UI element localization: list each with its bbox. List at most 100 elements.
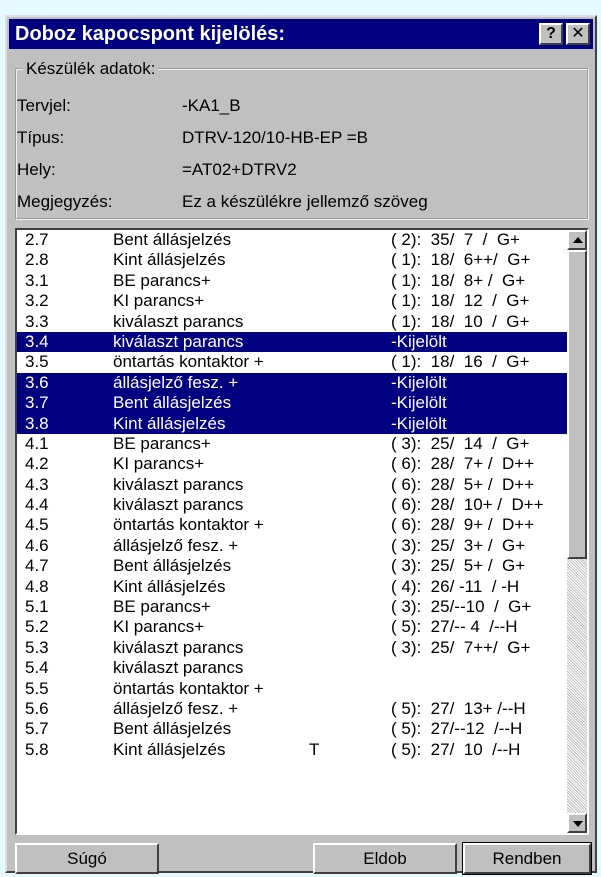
list-item[interactable]: 5.6 állásjelző fesz. + ( 5): 27/ 13+ /--H [17,699,567,719]
list-item[interactable]: 3.8 Kint állásjelzés -Kijelölt [17,413,567,434]
terminal-name: állásjelző fesz. + [113,698,239,718]
list-item[interactable]: 3.3 kiválaszt parancs ( 1): 18/ 10 / G+ [17,312,567,332]
dialog-window: Doboz kapocspont kijelölés: ? ✕ Készülék… [5,15,597,875]
terminal-id: 2.7 [25,230,49,249]
terminal-reference: ( 5): 27/ 10 /--H [391,739,521,759]
scroll-up-button[interactable] [567,230,587,250]
terminal-reference: ( 4): 26/ -11 / -H [391,576,520,596]
terminal-id: 2.8 [25,250,49,270]
list-item[interactable]: 3.4 kiválaszt parancs -Kijelölt [17,331,567,353]
terminal-name: KI parancs+ [113,291,205,311]
help-button[interactable]: Súgó [15,843,159,874]
scroll-thumb[interactable] [567,250,587,559]
field-value: -KA1_B [182,96,241,115]
terminal-id: 3.3 [25,311,49,331]
scroll-down-button[interactable] [567,813,587,833]
list-item[interactable]: 5.7 Bent állásjelzés ( 5): 27/--12 /--H [17,719,567,739]
list-item[interactable]: 2.8 Kint állásjelzés ( 1): 18/ 6++/ G+ [17,250,567,270]
list-item[interactable]: 5.2 KI parancs+ ( 5): 27/-- 4 /--H [17,617,567,637]
terminal-id: 4.2 [25,454,49,474]
terminal-name: kiválaszt parancs [113,658,244,678]
list-item[interactable]: 5.4 kiválaszt parancs [17,658,567,678]
field-value: DTRV-120/10-HB-EP =B [182,128,368,147]
terminal-id: 5.2 [25,617,49,637]
list-item[interactable]: 4.5 öntartás kontaktor + ( 6): 28/ 9+ / D+… [17,515,567,535]
terminal-id: 3.4 [25,331,49,351]
terminal-reference: ( 3): 25/ 7++/ G+ [391,637,531,657]
terminal-name: Kint állásjelzés [113,413,226,433]
terminal-id: 4.1 [25,433,49,453]
terminal-list: 2.7 Bent állásjelzés ( 2): 35/ 7 / G+ 2.8 Ki… [17,230,567,760]
terminal-id: 3.6 [25,372,49,392]
terminal-id: 4.4 [25,495,49,515]
list-item[interactable]: 4.3 kiválaszt parancs ( 6): 28/ 5+ / D++ [17,475,567,495]
list-item[interactable]: 4.4 kiválaszt parancs ( 6): 28/ 10+ / D++ [17,495,567,515]
close-icon[interactable]: ✕ [566,23,590,45]
terminal-listbox[interactable]: 2.7 Bent állásjelzés ( 2): 35/ 7 / G+ 2.8 Ki… [15,228,589,835]
list-item[interactable]: 3.6 állásjelző fesz. + -Kijelölt [17,372,567,394]
terminal-id: 4.7 [25,556,49,576]
list-item[interactable]: 5.8 Kint állásjelzés T ( 5): 27/ 10 /--H [17,740,567,760]
list-item[interactable]: 3.5 öntartás kontaktor + ( 1): 18/ 16 / G+ [17,352,567,372]
terminal-reference: ( 5): 27/ 13+ /--H [391,698,526,718]
title-bar[interactable]: Doboz kapocspont kijelölés: ? ✕ [9,19,593,49]
list-item[interactable]: 4.6 állásjelző fesz. + ( 3): 25/ 3+ / G+ [17,536,567,556]
list-item[interactable]: 3.2 KI parancs+ ( 1): 18/ 12 / G+ [17,291,567,311]
terminal-reference: -Kijelölt [391,413,447,433]
terminal-name: állásjelző fesz. + [113,535,239,555]
list-item[interactable]: 3.7 Bent állásjelzés -Kijelölt [17,393,567,414]
terminal-reference: ( 3): 25/ 14 / G+ [391,433,530,453]
arrow-up-icon [573,237,583,243]
terminal-id: 3.7 [25,393,49,413]
terminal-id: 5.3 [25,637,49,657]
ok-button[interactable]: Rendben [462,842,592,875]
terminal-id: 3.1 [25,270,49,290]
terminal-name: BE parancs+ [113,270,211,290]
terminal-id: 4.6 [25,535,49,555]
terminal-reference: ( 2): 35/ 7 / G+ [391,230,520,249]
list-item[interactable]: 4.8 Kint állásjelzés ( 4): 26/ -11 / -H [17,577,567,597]
help-icon[interactable]: ? [539,23,563,45]
list-item[interactable]: 4.2 KI parancs+ ( 6): 28/ 7+ / D++ [17,454,567,474]
terminal-name: BE parancs+ [113,433,211,453]
terminal-name: kiválaszt parancs [113,474,244,494]
terminal-name: BE parancs+ [113,597,211,617]
list-item[interactable]: 5.3 kiválaszt parancs ( 3): 25/ 7++/ G+ [17,638,567,658]
list-item[interactable]: 4.7 Bent állásjelzés ( 3): 25/ 5+ / G+ [17,556,567,576]
window-title: Doboz kapocspont kijelölés: [15,23,286,45]
device-data-legend: Készülék adatok: [26,59,156,78]
terminal-name: Bent állásjelzés [113,719,232,739]
terminal-id: 5.5 [25,678,49,698]
vertical-scrollbar[interactable] [567,230,587,833]
terminal-name: kiválaszt parancs [113,311,244,331]
list-item[interactable]: 5.5 öntartás kontaktor + [17,679,567,699]
terminal-name: KI parancs+ [113,617,205,637]
cancel-button[interactable]: Eldob [313,843,457,874]
field-label: Megjegyzés: [17,192,113,211]
field-label: Tervjel: [17,96,71,115]
terminal-reference: ( 3): 25/ 5+ / G+ [391,556,526,576]
terminal-reference: ( 1): 18/ 16 / G+ [391,352,530,372]
terminal-name: kiválaszt parancs [113,637,244,657]
list-item[interactable]: 4.1 BE parancs+ ( 3): 25/ 14 / G+ [17,434,567,454]
terminal-id: 5.7 [25,719,49,739]
list-item[interactable]: 5.1 BE parancs+ ( 3): 25/--10 / G+ [17,597,567,617]
terminal-reference: ( 6): 28/ 9+ / D++ [391,515,535,535]
terminal-reference: ( 1): 18/ 8+ / G+ [391,270,526,290]
terminal-reference: ( 5): 27/--12 /--H [391,719,523,739]
list-item[interactable]: 3.1 BE parancs+ ( 1): 18/ 8+ / G+ [17,271,567,291]
terminal-id: 3.2 [25,291,49,311]
terminal-name: állásjelző fesz. + [113,372,239,392]
field-value: Ez a készülékre jellemző szöveg [182,192,428,211]
terminal-id: 4.5 [25,515,49,535]
terminal-reference: ( 6): 28/ 5+ / D++ [391,474,535,494]
terminal-reference: ( 3): 25/--10 / G+ [391,597,532,617]
terminal-reference: ( 1): 18/ 12 / G+ [391,291,530,311]
terminal-reference: ( 1): 18/ 10 / G+ [391,311,530,331]
list-item[interactable]: 2.7 Bent állásjelzés ( 2): 35/ 7 / G+ [17,230,567,250]
terminal-name: öntartás kontaktor + [113,515,264,535]
terminal-name: Bent állásjelzés [113,230,232,249]
field-label: Hely: [17,160,56,179]
field-value: =AT02+DTRV2 [182,160,297,179]
terminal-reference: -Kijelölt [391,393,447,413]
